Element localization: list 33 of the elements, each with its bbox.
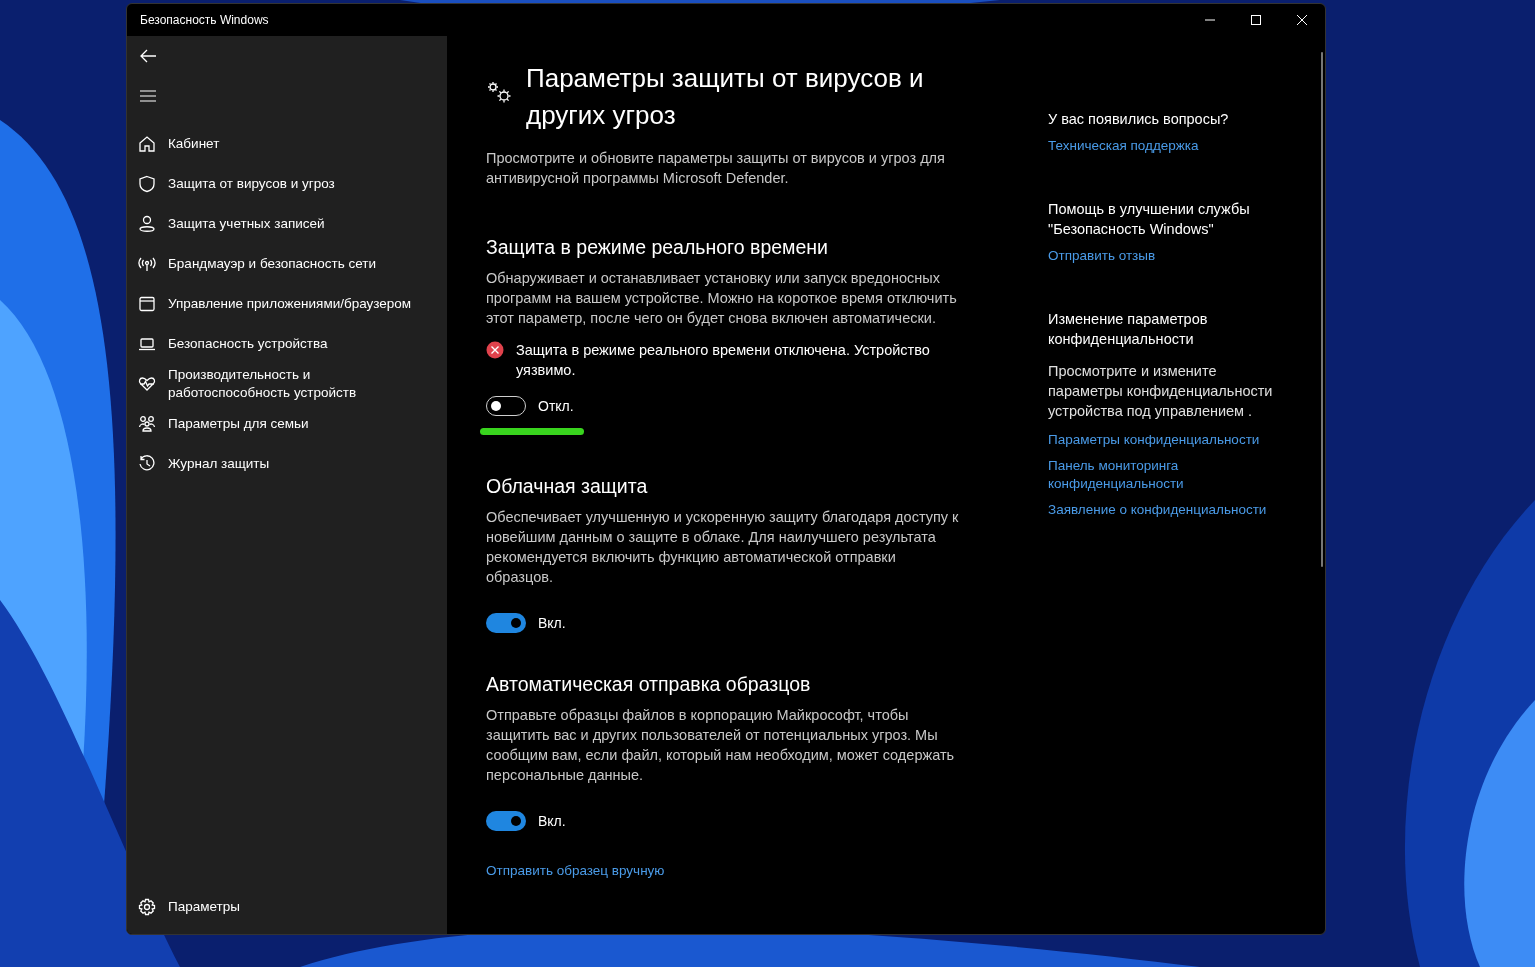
- sidebar-item[interactable]: Безопасность устройства: [127, 324, 447, 364]
- sidebar-item[interactable]: Защита учетных записей: [127, 204, 447, 244]
- help-heading: У вас появились вопросы?: [1048, 110, 1230, 129]
- section-heading: Автоматическая отправка образцов: [486, 672, 812, 697]
- section-description: Обеспечивает улучшенную и ускоренную защиту благодаря доступу к новейшим данным о защите в облаке. Для наилучшего результата рекомендуется включить функцию автоматической отправки образцов.: [486, 508, 960, 587]
- section-description: Отправьте образцы файлов в корпорацию Майкрософт, чтобы защитить вас и других пользователей от потенциальных угроз. Мы сообщим вам, если файл, который нам необходим, может содержать персональные данные.: [486, 706, 956, 785]
- help-text: Просмотрите и измените параметры конфиденциальности устройства под управлением .: [1048, 362, 1274, 421]
- toggle-label: Вкл.: [538, 615, 566, 631]
- toggle-label: Откл.: [538, 398, 574, 414]
- help-link[interactable]: Заявление о конфиденциальности: [1048, 501, 1276, 519]
- help-link[interactable]: Параметры конфиденциальности: [1048, 431, 1276, 449]
- section-description: Обнаруживает и останавливает установку или запуск вредоносных программ на вашем устройстве. Можно на короткое время отключить этот параметр, после чего он будет снова включен автоматически.: [486, 269, 958, 328]
- help-link[interactable]: Панель мониторинга конфиденциальности: [1048, 457, 1276, 493]
- section-heading: Облачная защита: [486, 474, 649, 499]
- page-title: Параметры защиты от вирусов и других угроз: [526, 62, 925, 132]
- sidebar-item[interactable]: Кабинет: [127, 124, 447, 164]
- help-heading: Помощь в улучшении службы "Безопасность Windows": [1048, 200, 1251, 239]
- manual-submit-link[interactable]: Отправить образец вручную: [486, 863, 665, 878]
- sidebar-item[interactable]: Брандмауэр и безопасность сети: [127, 244, 447, 284]
- sidebar-item[interactable]: Параметры: [127, 887, 447, 927]
- alert-message: Защита в режиме реального времени отключена. Устройство уязвимо.: [516, 341, 931, 380]
- sidebar-item[interactable]: Защита от вирусов и угроз: [127, 164, 447, 204]
- sidebar-item[interactable]: Журнал защиты: [127, 444, 447, 484]
- sidebar-item[interactable]: Управление приложениями/браузером: [127, 284, 447, 324]
- help-link[interactable]: Техническая поддержка: [1048, 137, 1276, 155]
- help-heading: Изменение параметров конфиденциальности: [1048, 310, 1209, 349]
- sidebar-item[interactable]: Параметры для семьи: [127, 404, 447, 444]
- page-description: Просмотрите и обновите параметры защиты от вирусов и угроз для антивирусной программы Microsoft Defender.: [486, 149, 946, 188]
- window-title: Безопасность Windows: [140, 13, 269, 27]
- sidebar-item[interactable]: Производительность и работоспособность устройств: [127, 364, 447, 404]
- toggle-label: Вкл.: [538, 813, 566, 829]
- help-link[interactable]: Отправить отзыв: [1048, 247, 1276, 265]
- section-heading: Защита в режиме реального времени: [486, 235, 829, 260]
